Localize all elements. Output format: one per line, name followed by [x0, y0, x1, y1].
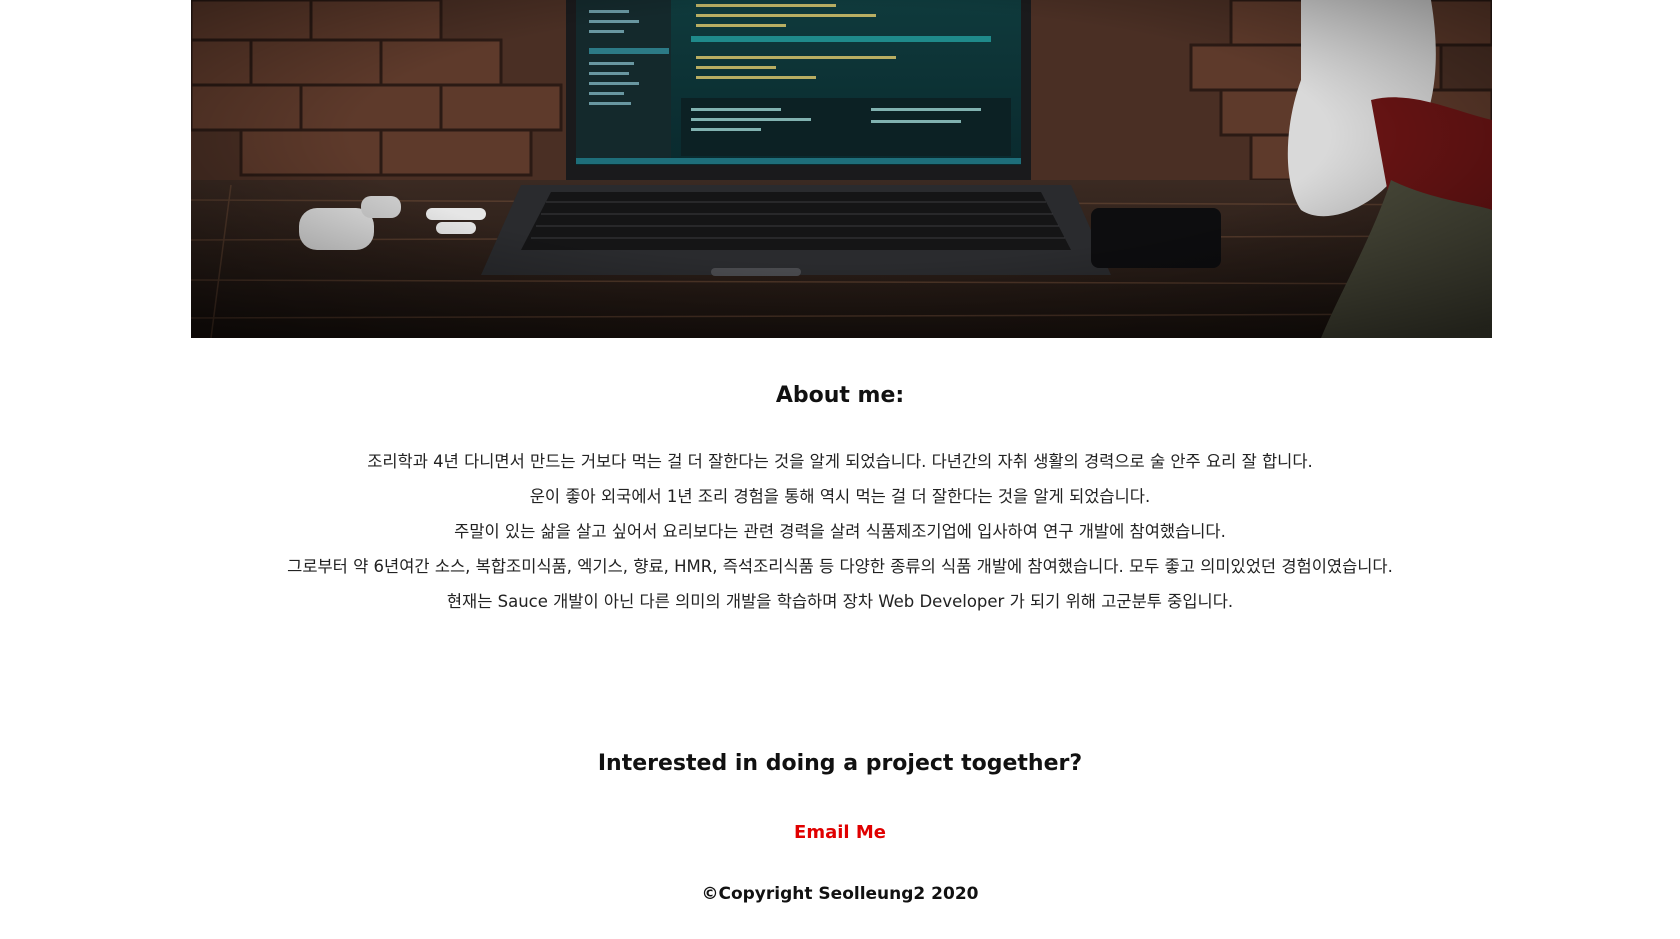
about-paragraph: 주말이 있는 삶을 살고 싶어서 요리보다는 관련 경력을 살려 식품제조기업에…: [454, 522, 1226, 541]
hero-image-laptop-desk: [191, 0, 1492, 338]
about-paragraph: 그로부터 약 6년여간 소스, 복합조미식품, 엑기스, 향료, HMR, 즉석…: [287, 557, 1393, 576]
email-me-link[interactable]: Email Me: [794, 822, 886, 843]
portfolio-page: About me: 조리학과 4년 다니면서 만드는 거보다 먹는 걸 더 잘한…: [0, 0, 1680, 939]
about-heading: About me:: [775, 383, 905, 408]
email-link-container: Email Me: [0, 822, 1680, 843]
about-description: 조리학과 4년 다니면서 만드는 거보다 먹는 걸 더 잘한다는 것을 알게 되…: [0, 444, 1680, 619]
copyright-text: ©Copyright Seolleung2 2020: [701, 884, 979, 904]
about-paragraph: 조리학과 4년 다니면서 만드는 거보다 먹는 걸 더 잘한다는 것을 알게 되…: [367, 452, 1313, 471]
contact-heading: Interested in doing a project together?: [597, 751, 1083, 776]
about-paragraph: 운이 좋아 외국에서 1년 조리 경험을 통해 역시 먹는 걸 더 잘한다는 것…: [529, 487, 1151, 506]
about-paragraph: 현재는 Sauce 개발이 아닌 다른 의미의 개발을 학습하며 장차 Web …: [446, 592, 1234, 611]
